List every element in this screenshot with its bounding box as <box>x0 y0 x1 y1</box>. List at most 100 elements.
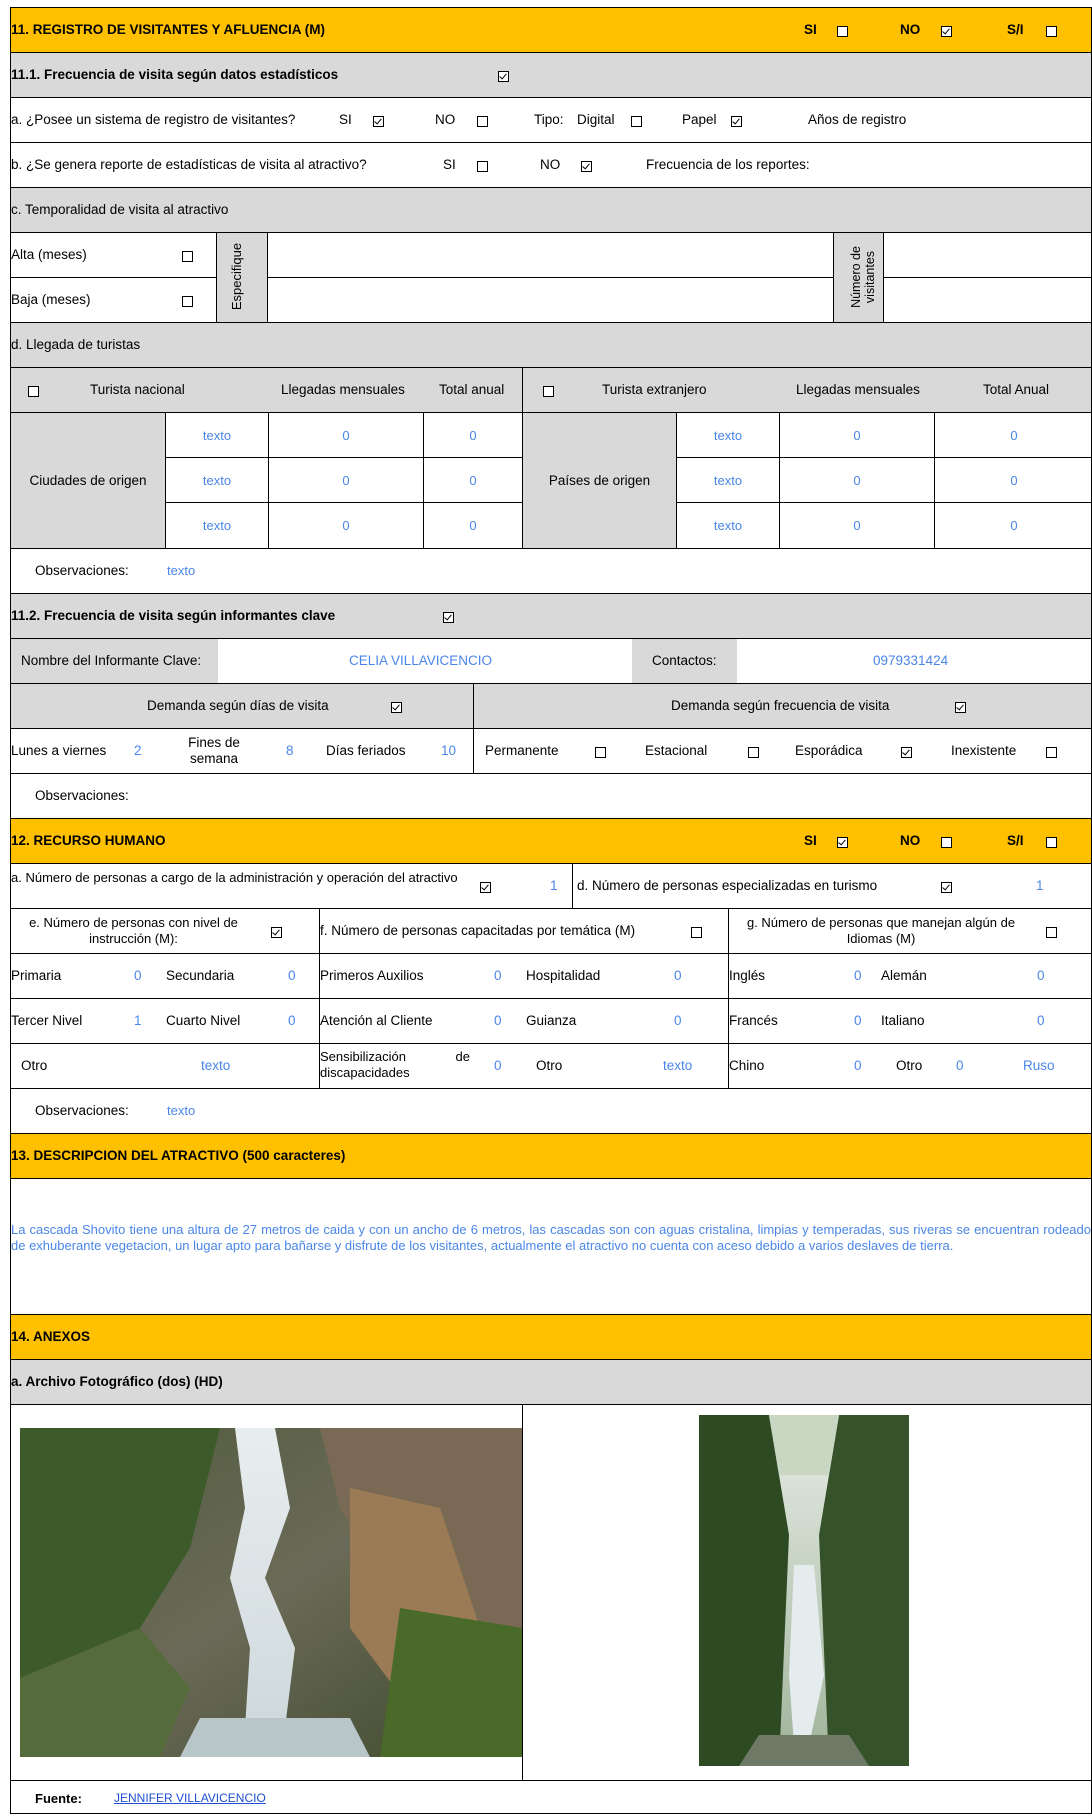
origin-e-total-cell[interactable]: 0 <box>934 458 1091 503</box>
cuarto-value[interactable]: 0 <box>288 1013 296 1028</box>
section-11-header: 11. REGISTRO DE VISITANTES Y AFLUENCIA (… <box>10 7 1092 53</box>
observaciones-row-2: Observaciones: <box>10 774 1092 819</box>
origin-n-month-cell[interactable]: 0 <box>268 458 423 503</box>
alta-checkbox[interactable] <box>182 250 193 262</box>
tipo-label: Tipo: <box>534 112 564 127</box>
paises-origen-label: Países de origen <box>548 473 651 488</box>
sensibilizacion-value[interactable]: 0 <box>494 1058 502 1073</box>
s12-no-checkbox[interactable] <box>941 836 952 848</box>
ingles-value[interactable]: 0 <box>854 968 862 983</box>
fines-label: Fines de semana <box>188 735 240 766</box>
s12-g-checkbox[interactable] <box>1046 926 1057 938</box>
s12-d-checkbox[interactable] <box>941 881 952 893</box>
sn-label: S/I <box>1007 22 1024 37</box>
question-b-label: b. ¿Se genera reporte de estadísticas de… <box>11 157 367 172</box>
description-text[interactable]: La cascada Shovito tiene una altura de 2… <box>11 1222 1091 1254</box>
s12-a-checkbox[interactable] <box>480 881 491 893</box>
aleman-value[interactable]: 0 <box>1037 968 1045 983</box>
s11-no-checkbox[interactable] <box>941 25 952 37</box>
otro-g-name[interactable]: Ruso <box>1023 1058 1055 1073</box>
frances-value[interactable]: 0 <box>854 1013 862 1028</box>
origin-e-name-cell[interactable]: texto <box>676 458 779 503</box>
origin-e-month-cell[interactable]: 0 <box>779 503 934 548</box>
question-a-row: a. ¿Posee un sistema de registro de visi… <box>10 98 1092 143</box>
estacional-checkbox[interactable] <box>748 746 759 758</box>
origin-n-total-cell[interactable]: 0 <box>423 503 522 548</box>
question-d-label: d. Llegada de turistas <box>11 337 141 352</box>
alta-visitantes-field[interactable] <box>884 233 1091 278</box>
digital-checkbox[interactable] <box>631 115 642 127</box>
baja-checkbox[interactable] <box>182 295 193 307</box>
feriados-value[interactable]: 10 <box>441 743 456 758</box>
permanente-checkbox[interactable] <box>595 746 606 758</box>
origin-n-name-cell[interactable]: texto <box>165 458 268 503</box>
a-si-label: SI <box>339 112 352 127</box>
chino-value[interactable]: 0 <box>854 1058 862 1073</box>
esporadica-checkbox[interactable] <box>901 746 912 758</box>
inexistente-checkbox[interactable] <box>1046 746 1057 758</box>
baja-specify-field[interactable] <box>267 278 833 322</box>
observaciones-value[interactable]: texto <box>167 563 195 578</box>
s12-si-checkbox[interactable] <box>837 836 848 848</box>
auxilios-value[interactable]: 0 <box>494 968 502 983</box>
b-no-label: NO <box>540 157 561 172</box>
papel-checkbox[interactable] <box>731 115 742 127</box>
digital-label: Digital <box>577 112 615 127</box>
origin-n-name-cell[interactable]: texto <box>165 503 268 548</box>
guianza-label: Guianza <box>526 1013 577 1028</box>
atencion-value[interactable]: 0 <box>494 1013 502 1028</box>
informante-value[interactable]: CELIA VILLAVICENCIO <box>349 653 492 668</box>
hospitalidad-value[interactable]: 0 <box>674 968 682 983</box>
b-no-checkbox[interactable] <box>581 160 592 172</box>
observaciones-value-3[interactable]: texto <box>167 1103 195 1118</box>
alta-specify-field[interactable] <box>267 233 833 278</box>
otro-f-value[interactable]: texto <box>663 1058 692 1073</box>
section-14-header: 14. ANEXOS <box>10 1315 1092 1360</box>
s12-d-value[interactable]: 1 <box>1036 878 1044 893</box>
origin-n-month-cell[interactable]: 0 <box>268 413 423 458</box>
s112-checkbox[interactable] <box>443 611 454 623</box>
demanda-dias-checkbox[interactable] <box>391 701 402 713</box>
s12-a-value[interactable]: 1 <box>550 878 558 893</box>
cuarto-label: Cuarto Nivel <box>166 1013 241 1028</box>
origin-n-month-cell[interactable]: 0 <box>268 503 423 548</box>
guianza-value[interactable]: 0 <box>674 1013 682 1028</box>
origin-e-name-cell[interactable]: texto <box>676 503 779 548</box>
contactos-value[interactable]: 0979331424 <box>873 653 948 668</box>
alta-cell: Alta (meses) <box>11 233 216 278</box>
tercer-value[interactable]: 1 <box>134 1013 142 1028</box>
estacional-label: Estacional <box>645 743 708 758</box>
origin-e-total-cell[interactable]: 0 <box>934 503 1091 548</box>
nacional-checkbox[interactable] <box>28 385 39 397</box>
otro-g-value[interactable]: 0 <box>956 1058 964 1073</box>
s12-f-checkbox[interactable] <box>691 926 702 938</box>
baja-visitantes-field[interactable] <box>884 278 1091 322</box>
demanda-frecuencia-checkbox[interactable] <box>955 701 966 713</box>
a-no-checkbox[interactable] <box>477 115 488 127</box>
observaciones-label-2: Observaciones: <box>35 788 129 803</box>
primaria-value[interactable]: 0 <box>134 968 142 983</box>
s11-si-checkbox[interactable] <box>837 25 848 37</box>
origin-e-total-cell[interactable]: 0 <box>934 413 1091 458</box>
origin-e-month-cell[interactable]: 0 <box>779 458 934 503</box>
origin-n-name-cell[interactable]: texto <box>165 413 268 458</box>
origin-e-month-cell[interactable]: 0 <box>779 413 934 458</box>
otro-e-value[interactable]: texto <box>201 1058 230 1073</box>
lunes-value[interactable]: 2 <box>134 743 142 758</box>
origin-n-total-cell[interactable]: 0 <box>423 413 522 458</box>
fines-value[interactable]: 8 <box>286 743 294 758</box>
s12-e-checkbox[interactable] <box>271 926 282 938</box>
secundaria-value[interactable]: 0 <box>288 968 296 983</box>
origin-e-name-cell[interactable]: texto <box>676 413 779 458</box>
origin-n-total-cell[interactable]: 0 <box>423 458 522 503</box>
question-a-label: a. ¿Posee un sistema de registro de visi… <box>11 112 296 127</box>
extranjero-checkbox[interactable] <box>543 385 554 397</box>
a-si-checkbox[interactable] <box>373 115 384 127</box>
s111-checkbox[interactable] <box>498 70 509 82</box>
italiano-value[interactable]: 0 <box>1037 1013 1045 1028</box>
fuente-link[interactable]: JENNIFER VILLAVICENCIO <box>114 1791 266 1805</box>
inexistente-label: Inexistente <box>951 743 1017 758</box>
s11-sn-checkbox[interactable] <box>1046 25 1057 37</box>
s12-sn-checkbox[interactable] <box>1046 836 1057 848</box>
b-si-checkbox[interactable] <box>477 160 488 172</box>
